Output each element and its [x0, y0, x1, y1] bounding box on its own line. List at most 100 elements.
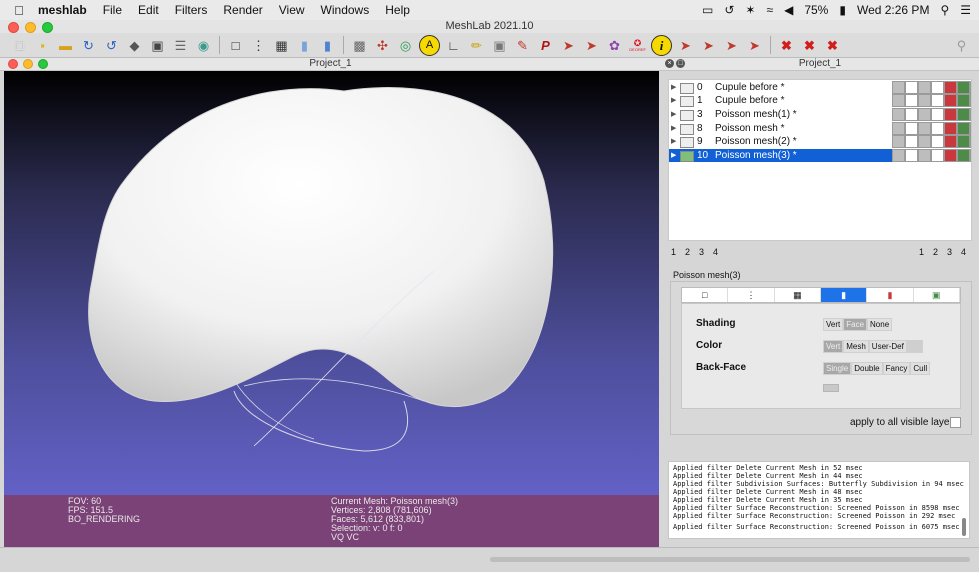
expand-arrow-icon[interactable]: ▶	[671, 149, 676, 162]
backface-cull-option[interactable]: Cull	[910, 362, 931, 375]
visibility-toggle-icon[interactable]	[680, 96, 694, 107]
wifi-icon[interactable]: ≈	[766, 3, 773, 17]
color-wheel-icon[interactable]: ◉	[194, 36, 213, 55]
shading-none-option[interactable]: None	[867, 318, 893, 331]
mesh-render[interactable]	[4, 71, 659, 495]
select-connected-icon[interactable]: ✿	[605, 36, 624, 55]
color-userdef-option[interactable]: User-Def	[868, 340, 907, 353]
info-icon[interactable]: i	[651, 34, 672, 56]
layer-row[interactable]: ▶ 0 Cupule before *	[669, 81, 971, 94]
tab-solid-icon[interactable]: ▮	[820, 288, 868, 302]
layer-render-icons[interactable]	[892, 81, 971, 94]
page-4[interactable]: 4	[713, 247, 718, 257]
layers-icon[interactable]: ☰	[171, 36, 190, 55]
visibility-toggle-icon[interactable]	[680, 83, 694, 94]
layer-name[interactable]: Poisson mesh(3) *	[715, 149, 797, 162]
new-file-icon[interactable]: □	[10, 36, 29, 55]
menu-filters[interactable]: Filters	[167, 3, 216, 17]
log-scrollbar[interactable]	[962, 518, 966, 536]
select-faces-icon[interactable]: ➤	[559, 36, 578, 55]
wireframe-icon[interactable]: ▦	[272, 36, 291, 55]
visibility-toggle-icon[interactable]	[680, 151, 694, 162]
clock[interactable]: Wed 2:26 PM	[857, 3, 929, 17]
layer-render-icons[interactable]	[892, 149, 971, 162]
layer-row[interactable]: ▶ 1 Cupule before *	[669, 94, 971, 107]
open-project-icon[interactable]: ▬	[56, 36, 75, 55]
expand-arrow-icon[interactable]: ▶	[671, 94, 676, 107]
expand-arrow-icon[interactable]: ▶	[671, 81, 676, 94]
battery-percent[interactable]: 75%	[804, 3, 828, 17]
delete-selection-icon[interactable]: ✖	[823, 36, 842, 55]
menu-app-name[interactable]: meshlab	[30, 3, 95, 17]
textured-icon[interactable]: ▩	[350, 36, 369, 55]
layer-row[interactable]: ▶ 9 Poisson mesh(2) *	[669, 135, 971, 148]
color-swatch[interactable]	[906, 340, 923, 353]
layer-name[interactable]: Cupule before *	[715, 81, 785, 94]
delete-vertices-icon[interactable]: ✖	[800, 36, 819, 55]
color-mesh-option[interactable]: Mesh	[843, 340, 869, 353]
layer-name[interactable]: Poisson mesh(1) *	[715, 108, 797, 121]
backface-double-option[interactable]: Double	[851, 362, 883, 375]
tab-texture-icon[interactable]: ▮	[867, 288, 914, 302]
layer-name[interactable]: Poisson mesh(2) *	[715, 135, 797, 148]
battery-icon[interactable]: ▮	[839, 3, 846, 17]
page-3[interactable]: 3	[699, 247, 704, 257]
page-1[interactable]: 1	[919, 247, 924, 257]
menu-edit[interactable]: Edit	[130, 3, 167, 17]
layer-render-icons[interactable]	[892, 94, 971, 107]
layer-name[interactable]: Cupule before *	[715, 94, 785, 107]
shading-face-option[interactable]: Face	[843, 318, 868, 331]
menu-windows[interactable]: Windows	[313, 3, 378, 17]
color-vert-option[interactable]: Vert	[823, 340, 844, 353]
save-icon[interactable]: ◆	[125, 36, 144, 55]
horizontal-scrollbar[interactable]	[490, 557, 970, 562]
snapshot-camera-icon[interactable]: ▣	[490, 36, 509, 55]
visibility-toggle-icon[interactable]	[680, 124, 694, 135]
layer-row-selected[interactable]: ▶ 10 Poisson mesh(3) *	[669, 149, 971, 162]
apple-icon[interactable]: 	[8, 3, 30, 18]
page-1[interactable]: 1	[671, 247, 676, 257]
pickpoint-icon[interactable]: P	[536, 36, 555, 55]
control-center-icon[interactable]: ☰	[960, 3, 971, 17]
apply-all-checkbox[interactable]	[950, 417, 961, 428]
shading-vert-option[interactable]: Vert	[823, 318, 844, 331]
layer-name[interactable]: Poisson mesh *	[715, 122, 784, 135]
measure-icon[interactable]: ✏	[467, 36, 486, 55]
sphere-icon[interactable]: ◎	[396, 36, 415, 55]
expand-arrow-icon[interactable]: ▶	[671, 122, 676, 135]
log-window[interactable]: Applied filter Delete Current Mesh in 52…	[668, 461, 970, 539]
tab-wireframe-icon[interactable]: ▦	[775, 288, 821, 302]
page-3[interactable]: 3	[947, 247, 952, 257]
page-4[interactable]: 4	[961, 247, 966, 257]
annotate-icon[interactable]: A	[419, 34, 440, 56]
reload-icon[interactable]: ↻	[79, 36, 98, 55]
bbox-icon[interactable]: □	[226, 36, 245, 55]
delete-faces-icon[interactable]: ✖	[777, 36, 796, 55]
layer-row[interactable]: ▶ 3 Poisson mesh(1) *	[669, 108, 971, 121]
move-icon[interactable]: ➤	[722, 36, 741, 55]
backface-single-option[interactable]: Single	[823, 362, 852, 375]
airplay-icon[interactable]: ▭	[702, 3, 713, 17]
bluetooth-icon[interactable]: ✶	[745, 3, 755, 17]
trackball-icon[interactable]: ✣	[373, 36, 392, 55]
expand-arrow-icon[interactable]: ▶	[671, 135, 676, 148]
layer-render-icons[interactable]	[892, 108, 971, 121]
align-icon[interactable]: ➤	[699, 36, 718, 55]
pick-points-icon[interactable]: ➤	[676, 36, 695, 55]
flat-icon[interactable]: ▮	[295, 36, 314, 55]
extra-option-button[interactable]	[823, 384, 839, 392]
tab-points-icon[interactable]: ⋮	[728, 288, 775, 302]
layer-render-icons[interactable]	[892, 122, 971, 135]
tab-decorator-icon[interactable]: ▣	[914, 288, 960, 302]
select-vertices-icon[interactable]: ➤	[582, 36, 601, 55]
paint-icon[interactable]: ✎	[513, 36, 532, 55]
georef-icon[interactable]: ✪ GEOREF	[628, 36, 647, 55]
backface-fancy-option[interactable]: Fancy	[882, 362, 911, 375]
visibility-toggle-icon[interactable]	[680, 137, 694, 148]
smooth-icon[interactable]: ▮	[318, 36, 337, 55]
volume-icon[interactable]: ◀	[784, 3, 793, 17]
menu-view[interactable]: View	[271, 3, 313, 17]
page-2[interactable]: 2	[933, 247, 938, 257]
3d-viewport[interactable]: FOV: 60 FPS: 151.5 BO_RENDERING Current …	[4, 71, 659, 547]
axis-icon[interactable]: ∟	[444, 36, 463, 55]
